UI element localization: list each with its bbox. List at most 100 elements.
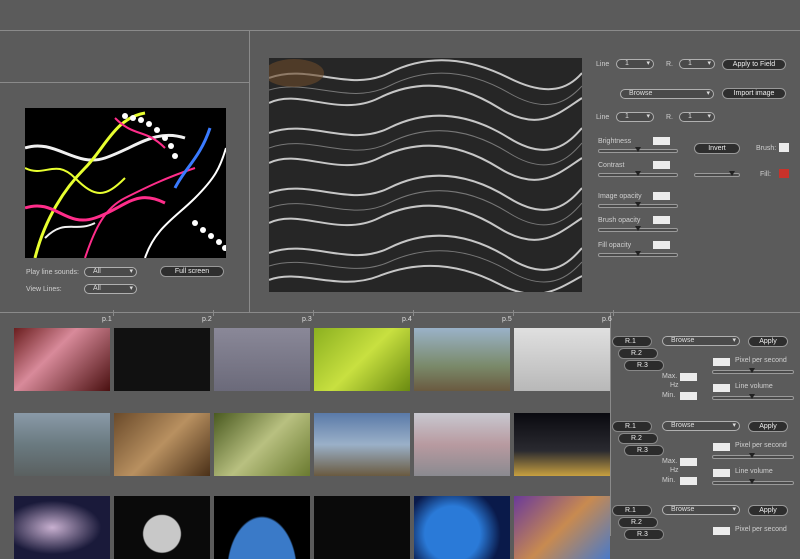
contrast-value-box[interactable] [653,161,670,169]
brightness-label: Brightness [598,138,632,145]
root-lines-drawing [25,111,226,258]
sound-browse-select[interactable]: Browse ▾ [662,505,740,515]
sound-tab-1[interactable]: R.1 [612,421,652,432]
sound-apply-button[interactable]: Apply [748,421,788,432]
chevron-down-icon: ▾ [707,60,711,67]
chevron-down-icon: ▾ [646,113,650,120]
hz-max-box[interactable] [680,458,697,466]
line-label-2: Line [596,114,610,121]
gallery-thumbnail[interactable] [514,496,610,559]
contrast-slider[interactable] [598,171,678,177]
brush-opacity-slider[interactable] [598,226,678,232]
pixel-per-second-label: Pixel per second [735,526,787,533]
gallery-thumbnail[interactable] [514,328,610,391]
r-select-2[interactable]: 1 ▾ [679,112,715,122]
chevron-down-icon: ▾ [732,506,736,513]
gallery-thumbnail[interactable] [114,413,210,476]
line-select[interactable]: 1 ▾ [616,59,654,69]
hz-min-box[interactable] [680,477,697,485]
r-label-2: R. [666,114,673,121]
gallery-column-label: p.1 [102,316,112,323]
sound-tab-2[interactable]: R.2 [618,517,658,528]
gallery-thumbnail[interactable] [14,496,110,559]
gallery-tick [313,310,314,316]
sound-tab-3[interactable]: R.3 [624,529,664,540]
gallery-thumbnail[interactable] [214,328,310,391]
pixel-per-second-box[interactable] [713,527,730,535]
gallery-thumbnail[interactable] [514,413,610,476]
pixel-per-second-box[interactable] [713,358,730,366]
apply-to-field-button[interactable]: Apply to Field [722,59,786,70]
fill-color-swatch[interactable] [779,169,789,178]
sound-tab-2[interactable]: R.2 [618,433,658,444]
brightness-value-box[interactable] [653,137,670,145]
gallery-tick [413,310,414,316]
gallery-thumbnail[interactable] [414,328,510,391]
play-line-sounds-select[interactable]: All ▾ [84,267,137,277]
image-browse-select[interactable]: Browse ▾ [620,89,714,99]
line-volume-slider[interactable] [712,479,794,485]
sound-browse-select[interactable]: Browse ▾ [662,421,740,431]
sound-apply-button[interactable]: Apply [748,336,788,347]
sound-tab-2[interactable]: R.2 [618,348,658,359]
view-lines-label: View Lines: [26,286,62,293]
gallery-thumbnail[interactable] [414,413,510,476]
gallery-tick [513,310,514,316]
line-volume-label: Line volume [735,383,773,390]
sound-browse-select[interactable]: Browse ▾ [662,336,740,346]
line-select-2[interactable]: 1 ▾ [616,112,654,122]
line-volume-box[interactable] [713,469,730,477]
field-image[interactable] [269,58,582,292]
view-lines-select[interactable]: All ▾ [84,284,137,294]
hz-max-label: Max. [662,373,678,380]
hz-label: Hz [670,382,679,389]
import-image-button[interactable]: Import image [722,88,786,99]
invert-button[interactable]: Invert [694,143,740,154]
pixel-per-second-slider[interactable] [712,453,794,459]
chevron-down-icon: ▾ [646,60,650,67]
brush-size-slider[interactable] [694,171,740,177]
gallery-right-divider [610,313,611,536]
gallery-thumbnail[interactable] [114,496,210,559]
hz-min-box[interactable] [680,392,697,400]
pixel-per-second-slider[interactable] [712,368,794,374]
gallery-tick [113,310,114,316]
fill-opacity-value-box[interactable] [653,241,670,249]
brush-color-swatch[interactable] [779,143,789,152]
sound-tab-3[interactable]: R.3 [624,445,664,456]
line-volume-slider[interactable] [712,394,794,400]
gallery-column-label: p.4 [402,316,412,323]
r-label: R. [666,61,673,68]
hz-label: Hz [670,467,679,474]
gallery-thumbnail[interactable] [414,496,510,559]
hz-max-label: Max. [662,458,678,465]
brush-opacity-value-box[interactable] [653,216,670,224]
image-opacity-slider[interactable] [598,202,678,208]
chevron-down-icon: ▾ [129,268,133,275]
gallery-tick [213,310,214,316]
gallery-thumbnail[interactable] [314,413,410,476]
sound-tab-1[interactable]: R.1 [612,505,652,516]
gallery-thumbnail[interactable] [214,496,310,559]
pixel-per-second-box[interactable] [713,443,730,451]
gallery-thumbnail[interactable] [114,328,210,391]
r-select[interactable]: 1 ▾ [679,59,715,69]
full-screen-button[interactable]: Full screen [160,266,224,277]
sound-tab-1[interactable]: R.1 [612,336,652,347]
gallery-thumbnail[interactable] [14,413,110,476]
chevron-down-icon: ▾ [707,113,711,120]
gallery-thumbnail[interactable] [314,328,410,391]
line-preview-canvas[interactable] [25,108,226,258]
brightness-slider[interactable] [598,147,678,153]
fill-opacity-slider[interactable] [598,251,678,257]
line-volume-box[interactable] [713,384,730,392]
gallery-thumbnail[interactable] [14,328,110,391]
image-opacity-value-box[interactable] [653,192,670,200]
sound-apply-button[interactable]: Apply [748,505,788,516]
gallery-tick [613,310,614,316]
gallery-thumbnail[interactable] [214,413,310,476]
hz-max-box[interactable] [680,373,697,381]
pixel-per-second-label: Pixel per second [735,442,787,449]
sound-tab-3[interactable]: R.3 [624,360,664,371]
gallery-thumbnail[interactable] [314,496,410,559]
